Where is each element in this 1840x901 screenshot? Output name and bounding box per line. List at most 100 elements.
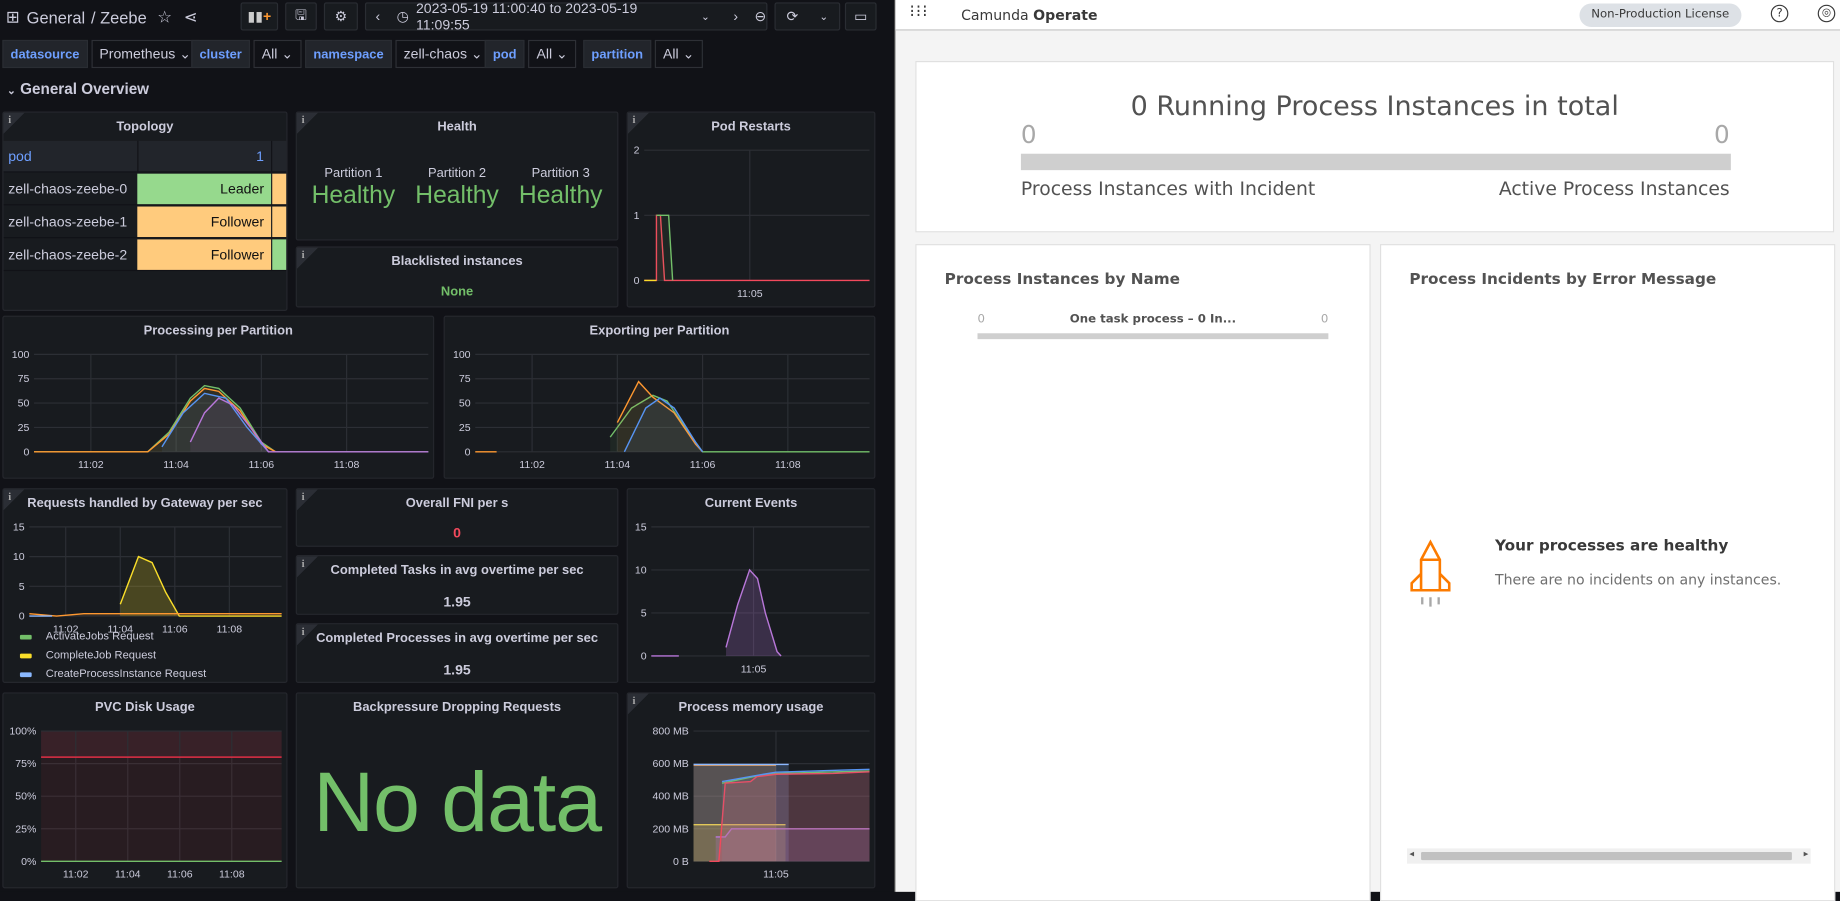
column-header-pod[interactable]: pod: [4, 141, 138, 172]
variable-pod: pod All ⌄: [484, 39, 577, 69]
y-tick-label: 75%: [15, 758, 36, 770]
pod-name: zell-chaos-zeebe-0: [8, 180, 128, 198]
refresh-button[interactable]: ⟳ ⌄: [774, 2, 841, 31]
active-count: 0: [1320, 313, 1329, 327]
x-tick-label: 11:06: [249, 459, 275, 471]
y-tick-label: 100: [453, 349, 471, 361]
requests-chart[interactable]: 05101511:02 11:04 11:06 11:08: [4, 515, 288, 644]
cluster-select[interactable]: All ⌄: [253, 39, 302, 69]
dashboards-grid-icon[interactable]: ⊞: [6, 7, 20, 27]
panel-title: Topology: [116, 119, 174, 134]
y-tick-label: 0: [634, 275, 640, 287]
legend-item[interactable]: ActivateJobs Request: [19, 630, 154, 643]
y-tick-label: 200 MB: [652, 823, 688, 835]
role-cell: Follower: [137, 239, 272, 270]
breadcrumb-dashboard[interactable]: / Zeebe: [91, 8, 147, 27]
x-tick-label: 11:04: [605, 459, 631, 471]
exporting-panel: Exporting per Partition 0 25 50 75 100 11:02 1…: [443, 315, 876, 479]
variable-namespace: namespace zell-chaos ⌄: [305, 39, 491, 69]
y-tick-label: 0: [641, 650, 647, 662]
settings-button[interactable]: ⚙: [323, 2, 358, 31]
chevron-down-icon[interactable]: ⌄: [819, 10, 828, 23]
series-area: [190, 398, 429, 452]
pod-select[interactable]: All ⌄: [528, 39, 577, 69]
y-tick-label: 5: [641, 607, 647, 619]
x-tick-label: 11:05: [741, 663, 767, 675]
tv-mode-button[interactable]: ▭: [844, 2, 877, 31]
brand[interactable]: Camunda Operate: [961, 7, 1097, 23]
add-panel-button[interactable]: ▮▮+: [240, 2, 279, 31]
partition-status: Healthy: [518, 181, 603, 209]
app-switcher-icon[interactable]: ⁝⁝⁝: [909, 2, 928, 21]
y-tick-label: 50: [18, 398, 30, 410]
partition-health: Partition 2 Healthy: [415, 167, 499, 210]
add-panel-icon: ▮▮+: [247, 8, 272, 25]
clock-icon: ◷: [396, 8, 409, 25]
blacklisted-panel: i Blacklisted instances None: [295, 246, 619, 308]
share-icon[interactable]: ⋖: [184, 7, 198, 27]
chevron-right-icon[interactable]: ›: [733, 8, 738, 24]
y-tick-label: 50%: [15, 791, 36, 803]
y-tick-label: 75: [18, 373, 30, 385]
scroll-right-icon[interactable]: ▸: [1804, 848, 1809, 859]
running-instances-title[interactable]: 0 Running Process Instances in total: [916, 92, 1832, 123]
current-events-chart[interactable]: 0 5 10 15 11:05: [628, 515, 876, 683]
license-badge[interactable]: Non-Production License: [1579, 3, 1742, 27]
incident-count[interactable]: 0: [1021, 121, 1037, 149]
status-cell: [272, 206, 287, 238]
legend-item[interactable]: CompleteJob Request: [19, 649, 156, 662]
column-header-1[interactable]: 1: [137, 140, 271, 172]
processing-chart[interactable]: 0 25 50 75 100 11:02 11:04 11:06 11:08: [4, 343, 435, 479]
active-label[interactable]: Active Process Instances: [1499, 177, 1730, 199]
y-tick-label: 0: [465, 446, 471, 458]
save-icon: 🖫: [294, 6, 307, 23]
user-icon[interactable]: ◎: [1817, 4, 1836, 23]
exporting-chart[interactable]: 0 25 50 75 100 11:02 11:04 11:06 11:08: [445, 343, 876, 479]
y-tick-label: 50: [459, 398, 471, 410]
gear-icon: ⚙: [334, 8, 348, 25]
role-cell: Follower: [137, 206, 272, 238]
scroll-left-icon[interactable]: ◂: [1409, 848, 1414, 859]
y-tick-label: 100%: [9, 726, 36, 738]
panel-title: Exporting per Partition: [589, 323, 730, 338]
memory-chart[interactable]: 0 B 200 MB 400 MB 600 MB 800 MB 11:05: [628, 719, 876, 888]
incident-label[interactable]: Process Instances with Incident: [1021, 177, 1315, 199]
star-icon[interactable]: ☆: [157, 7, 172, 27]
scrollbar-thumb[interactable]: [1421, 851, 1792, 861]
pod-name: zell-chaos-zeebe-1: [8, 213, 128, 231]
series-line[interactable]: [644, 214, 870, 282]
x-tick-label: 11:08: [217, 624, 243, 636]
legend-label: CreateProcessInstance Request: [45, 667, 207, 681]
empty-state-title: Your processes are healthy: [1495, 537, 1729, 556]
horizontal-scrollbar[interactable]: ◂ ▸: [1406, 848, 1811, 864]
grafana-dashboard: ⊞ General / Zeebe ☆ ⋖ ▮▮+ 🖫 ⚙ ‹ ◷ 2023-0…: [0, 0, 895, 892]
threshold-band: [41, 731, 282, 758]
active-count[interactable]: 0: [1714, 121, 1730, 149]
time-range-picker[interactable]: ‹ ◷ 2023-05-19 11:00:40 to 2023-05-19 11…: [364, 0, 768, 33]
partition-select[interactable]: All ⌄: [654, 39, 703, 69]
help-icon[interactable]: ?: [1770, 4, 1789, 23]
zoom-out-icon[interactable]: ⊖: [754, 8, 766, 24]
y-tick-label: 25%: [15, 823, 36, 835]
chevron-left-icon[interactable]: ‹: [376, 8, 381, 24]
namespace-select[interactable]: zell-chaos ⌄: [395, 39, 491, 69]
save-button[interactable]: 🖫: [285, 2, 317, 31]
process-name: One task process – 0 In...: [1069, 313, 1237, 327]
y-tick-label: 15: [635, 521, 647, 533]
backpressure-panel: Backpressure Dropping Requests No data: [295, 692, 619, 889]
x-tick-label: 11:04: [163, 459, 189, 471]
variable-label: datasource: [2, 39, 88, 69]
partition-label: Partition 3: [531, 166, 590, 181]
processing-panel: Processing per Partition 0 25 50 75 100 11:02…: [2, 315, 435, 479]
legend-item[interactable]: CreateProcessInstance Request: [19, 667, 207, 681]
header: ⁝⁝⁝ Camunda Operate Non-Production Licen…: [895, 0, 1840, 31]
variable-label: partition: [583, 39, 652, 69]
instances-bar: [1020, 153, 1731, 171]
pod-restarts-chart[interactable]: 0 1 2 11:05: [628, 138, 876, 307]
datasource-select[interactable]: Prometheus ⌄: [91, 39, 200, 69]
y-tick-label: 100: [12, 349, 30, 361]
row-general-overview[interactable]: ⌄ General Overview: [7, 80, 149, 98]
pvc-chart[interactable]: 0% 25% 50% 75% 100% 11:02 11:04 11:06 11:08: [4, 719, 288, 888]
y-tick-label: 1: [634, 210, 640, 222]
breadcrumb-folder[interactable]: General: [27, 8, 85, 27]
